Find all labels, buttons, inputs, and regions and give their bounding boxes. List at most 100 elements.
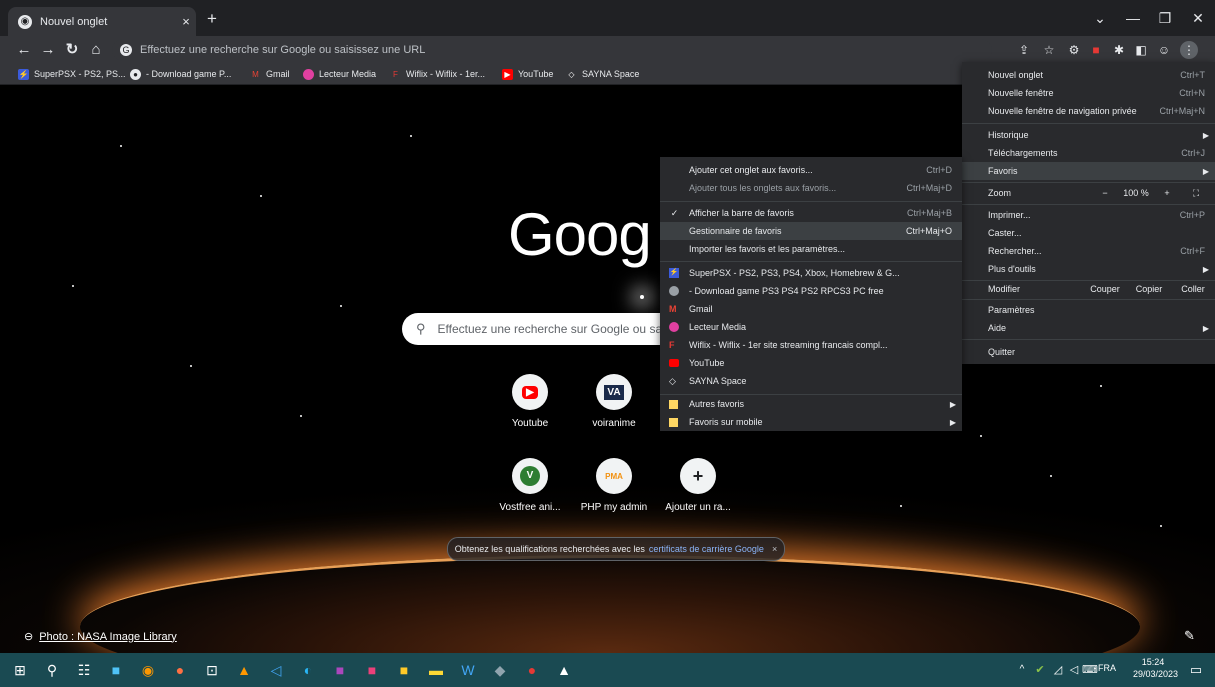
youtube-icon — [669, 359, 679, 367]
fav-item-download-game[interactable]: - Download game PS3 PS4 PS2 RPCS3 PC fre… — [660, 282, 962, 300]
shortcut-vostfree[interactable]: V Vostfree ani... — [490, 458, 570, 513]
bookmark-sayna[interactable]: ◇ SAYNA Space — [566, 66, 639, 82]
menu-settings[interactable]: Paramètres — [962, 301, 1215, 319]
bookmark-lecteur-media[interactable]: Lecteur Media — [303, 66, 376, 82]
firefox-icon[interactable]: ● — [168, 658, 192, 682]
app-pink-icon[interactable]: ■ — [360, 658, 384, 682]
superpsx-icon: ⚡ — [18, 68, 29, 80]
extensions-puzzle-icon[interactable]: ✱ — [1110, 41, 1128, 59]
task-view-icon[interactable]: ☷ — [72, 658, 96, 682]
reload-icon[interactable]: ↻ — [62, 40, 82, 60]
php-app-icon[interactable]: ▬ — [424, 658, 448, 682]
fav-folder-mobile[interactable]: Favoris sur mobile ▶ — [660, 413, 962, 431]
share-icon[interactable]: ⇪ — [1015, 41, 1033, 59]
promo-banner[interactable]: Obtenez les qualifications recherchées a… — [447, 537, 785, 561]
vlc-icon[interactable]: ▲ — [232, 658, 256, 682]
bookmark-youtube[interactable]: ▶ YouTube — [502, 66, 553, 82]
edge-icon[interactable]: ◐ — [296, 658, 320, 682]
language-indicator[interactable]: FRA — [1098, 663, 1116, 673]
bookmark-star-icon[interactable]: ☆ — [1040, 41, 1058, 59]
forward-icon[interactable]: → — [38, 40, 58, 60]
menu-downloads[interactable]: Téléchargements Ctrl+J — [962, 144, 1215, 162]
fav-import[interactable]: Importer les favoris et les paramètres..… — [660, 240, 962, 258]
zoom-in-button[interactable]: + — [1157, 188, 1177, 198]
menu-help[interactable]: Aide ▶ — [962, 319, 1215, 337]
wiflix-icon: F — [393, 69, 398, 79]
back-icon[interactable]: ← — [14, 40, 34, 60]
file-explorer-icon[interactable]: ■ — [104, 658, 128, 682]
menu-more-tools[interactable]: Plus d'outils ▶ — [962, 260, 1215, 278]
ntp-search-box[interactable]: ⚲ Effectuez une recherche sur Google ou … — [402, 313, 662, 345]
restore-button[interactable]: ❐ — [1150, 6, 1180, 30]
new-tab-button[interactable]: + — [202, 9, 222, 29]
menu-incognito[interactable]: Nouvelle fenêtre de navigation privée Ctr… — [962, 102, 1215, 120]
fav-folder-autres[interactable]: Autres favoris ▶ — [660, 395, 962, 413]
zoom-out-button[interactable]: − — [1095, 188, 1115, 198]
bookmark-download-game[interactable]: ● - Download game P... — [130, 66, 231, 82]
paste-button[interactable]: Coller — [1171, 284, 1215, 294]
extension-icon[interactable]: ⚙ — [1065, 41, 1083, 59]
windows-start-icon[interactable]: ⊞ — [8, 658, 32, 682]
tab-nouvel-onglet[interactable]: ◉ Nouvel onglet × — [8, 7, 196, 36]
photo-credit[interactable]: ⊖ Photo : NASA Image Library — [24, 630, 177, 644]
search-placeholder: Effectuez une recherche sur Google ou sa — [437, 322, 662, 336]
clock[interactable]: 15:24 29/03/2023 — [1133, 656, 1178, 680]
home-icon[interactable]: ⌂ — [86, 40, 106, 60]
menu-find[interactable]: Rechercher... Ctrl+F — [962, 242, 1215, 260]
menu-quit[interactable]: Quitter — [962, 343, 1215, 361]
menu-new-tab[interactable]: Nouvel onglet Ctrl+T — [962, 66, 1215, 84]
copy-button[interactable]: Copier — [1127, 284, 1171, 294]
menu-new-window[interactable]: Nouvelle fenêtre Ctrl+N — [962, 84, 1215, 102]
tab-close-icon[interactable]: × — [176, 14, 196, 29]
shortcut-voiranime[interactable]: VA voiranime — [574, 374, 654, 429]
shortcut-add[interactable]: + Ajouter un ra... — [658, 458, 738, 513]
menu-favoris[interactable]: Favoris ▶ — [962, 162, 1215, 180]
promo-link[interactable]: certificats de carrière Google — [649, 544, 764, 554]
app-red-icon[interactable]: ● — [520, 658, 544, 682]
fav-item-superpsx[interactable]: ⚡ SuperPSX - PS2, PS3, PS4, Xbox, Homebre… — [660, 264, 962, 282]
menu-item-label: Historique — [988, 130, 1029, 140]
fav-show-bar[interactable]: ✓ Afficher la barre de favoris Ctrl+Maj+B — [660, 204, 962, 222]
bookmark-wiflix[interactable]: F Wiflix - Wiflix - 1er... — [390, 66, 485, 82]
fav-item-gmail[interactable]: M Gmail — [660, 300, 962, 318]
cut-button[interactable]: Couper — [1083, 284, 1127, 294]
fav-item-youtube[interactable]: YouTube — [660, 354, 962, 372]
minimize-button[interactable]: — — [1118, 6, 1148, 30]
bookmark-gmail[interactable]: M Gmail — [250, 66, 289, 82]
fullscreen-icon[interactable]: ⛶ — [1177, 188, 1215, 199]
fav-add-tab[interactable]: Ajouter cet onglet aux favoris... Ctrl+D — [660, 161, 962, 179]
notification-icon[interactable]: ▭ — [1184, 658, 1208, 682]
customize-pencil-icon[interactable]: ✎ — [1184, 628, 1195, 644]
app-purple-icon[interactable]: ■ — [328, 658, 352, 682]
app-gray-icon[interactable]: ◆ — [488, 658, 512, 682]
tab-search-icon[interactable]: ⌄ — [1085, 6, 1115, 30]
fav-item-lecteur-media[interactable]: Lecteur Media — [660, 318, 962, 336]
shortcut-phpmyadmin[interactable]: PMA PHP my admin — [574, 458, 654, 513]
menu-print[interactable]: Imprimer... Ctrl+P — [962, 206, 1215, 224]
address-bar[interactable]: G Effectuez une recherche sur Google ou … — [112, 39, 992, 61]
fav-manager[interactable]: Gestionnaire de favoris Ctrl+Maj+O — [660, 222, 962, 240]
bookmark-superpsx[interactable]: ⚡ SuperPSX - PS2, PS... — [18, 66, 126, 82]
fav-item-sayna[interactable]: ◇ SAYNA Space — [660, 372, 962, 390]
menu-history[interactable]: Historique ▶ — [962, 126, 1215, 144]
youtube-icon: ▶ — [502, 68, 513, 80]
profile-avatar-icon[interactable]: ☺ — [1155, 41, 1173, 59]
menu-item-label: Favoris sur mobile — [689, 417, 763, 427]
menu-icon[interactable]: ⋮ — [1180, 41, 1198, 59]
menu-cast[interactable]: Caster... — [962, 224, 1215, 242]
promo-close-icon[interactable]: × — [772, 544, 777, 554]
search-icon[interactable]: ⚲ — [40, 658, 64, 682]
photos-icon[interactable]: ▲ — [552, 658, 576, 682]
close-window-button[interactable]: ✕ — [1183, 6, 1213, 30]
word-icon[interactable]: W — [456, 658, 480, 682]
store-icon[interactable]: ⊡ — [200, 658, 224, 682]
fav-add-all-tabs[interactable]: Ajouter tous les onglets aux favoris... C… — [660, 179, 962, 197]
sticky-notes-icon[interactable]: ■ — [392, 658, 416, 682]
vscode-icon[interactable]: ◁ — [264, 658, 288, 682]
fav-item-wiflix[interactable]: F Wiflix - Wiflix - 1er site streaming fr… — [660, 336, 962, 354]
shortcut-youtube[interactable]: ▶ Youtube — [490, 374, 570, 429]
menu-item-label: Nouvel onglet — [988, 70, 1044, 80]
chrome-taskbar-icon[interactable]: ◉ — [136, 658, 160, 682]
adblock-icon[interactable]: ■ — [1087, 41, 1105, 59]
side-panel-icon[interactable]: ◧ — [1132, 41, 1150, 59]
